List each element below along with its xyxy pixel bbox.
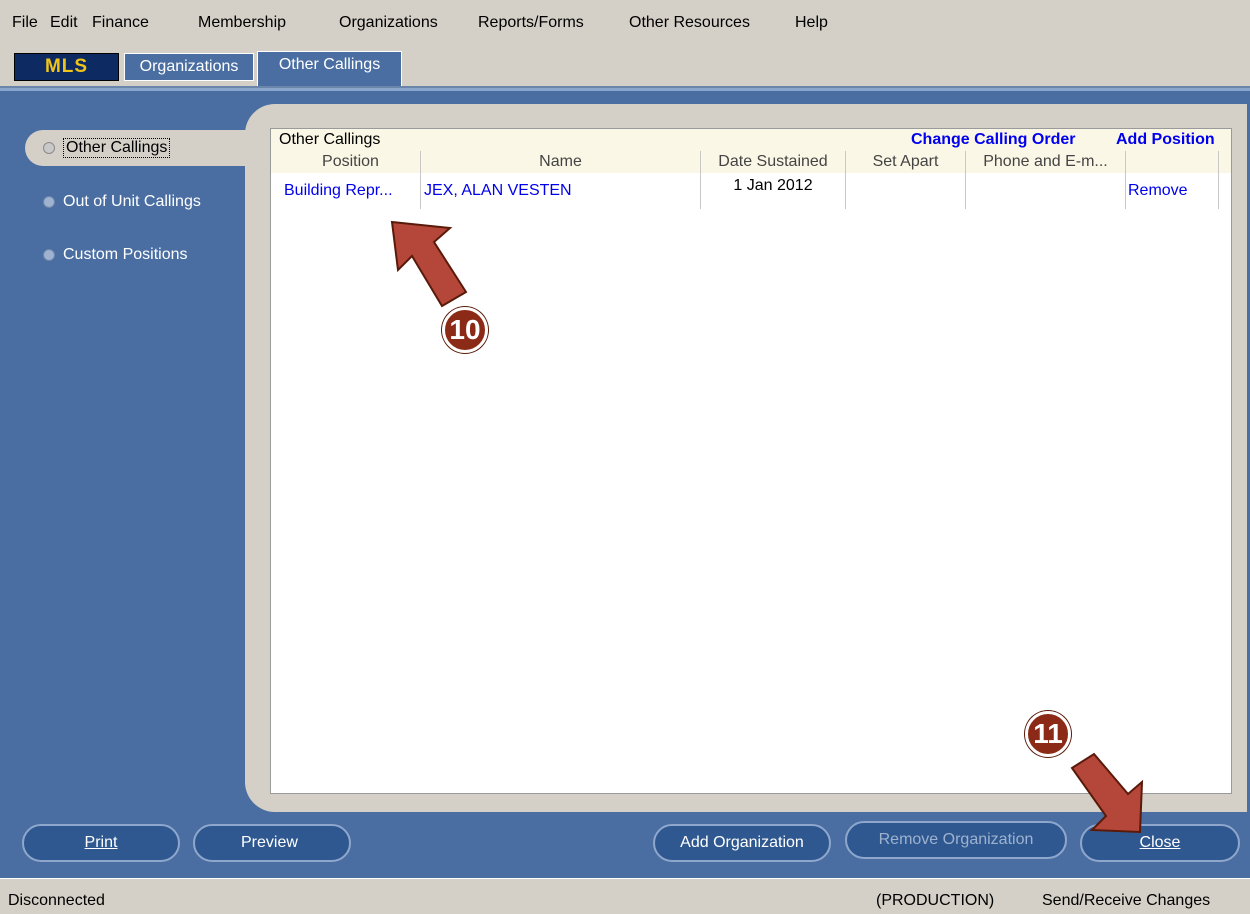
print-button[interactable]: Print <box>22 824 180 862</box>
menu-bar: File Edit Finance Membership Organizatio… <box>0 0 1250 48</box>
date-sustained-cell: 1 Jan 2012 <box>701 173 846 209</box>
column-header-actions <box>1126 151 1219 173</box>
sidebar-item-label: Custom Positions <box>63 246 188 263</box>
environment-label: (PRODUCTION) <box>876 892 995 909</box>
menu-reports-forms[interactable]: Reports/Forms <box>478 14 584 32</box>
column-header-set-apart[interactable]: Set Apart <box>846 151 966 173</box>
set-apart-cell <box>846 173 966 209</box>
menu-other-resources[interactable]: Other Resources <box>629 14 750 32</box>
member-name-link[interactable]: JEX, ALAN VESTEN <box>421 173 701 209</box>
radio-icon <box>43 196 55 208</box>
radio-selected-icon <box>43 142 55 154</box>
app-logo-tab[interactable]: MLS <box>14 53 119 81</box>
menu-file[interactable]: File <box>12 14 38 32</box>
remove-organization-button[interactable]: Remove Organization <box>845 821 1067 859</box>
tab-strip: MLS Organizations Other Callings <box>0 48 1250 88</box>
tab-organizations[interactable]: Organizations <box>124 53 254 81</box>
remove-link[interactable]: Remove <box>1126 173 1219 209</box>
add-organization-button[interactable]: Add Organization <box>653 824 831 862</box>
tab-other-callings[interactable]: Other Callings <box>257 51 402 86</box>
send-receive-status[interactable]: Send/Receive Changes <box>1042 892 1210 910</box>
status-bar: Disconnected (PRODUCTION) Send/Receive C… <box>0 878 1250 914</box>
annotation-arrow-up-icon <box>390 220 468 308</box>
menu-help[interactable]: Help <box>795 14 828 32</box>
sidebar-item-label: Other Callings <box>63 138 171 158</box>
phone-email-cell <box>966 173 1126 209</box>
menu-edit[interactable]: Edit <box>50 14 78 32</box>
panel-header: Other Callings Change Calling Order Add … <box>271 129 1231 151</box>
sidebar-item-out-of-unit-callings[interactable]: Out of Unit Callings <box>43 184 201 220</box>
sidebar-item-other-callings[interactable]: Other Callings <box>25 130 273 166</box>
panel-title: Other Callings <box>279 131 381 148</box>
position-link[interactable]: Building Repr... <box>281 173 421 209</box>
radio-icon <box>43 249 55 261</box>
table-header: Position Name Date Sustained Set Apart P… <box>271 151 1231 173</box>
menu-finance[interactable]: Finance <box>92 14 149 32</box>
column-header-position[interactable]: Position <box>281 151 421 173</box>
column-header-name[interactable]: Name <box>421 151 701 173</box>
step-badge: 11 <box>1025 711 1071 757</box>
step-badge: 10 <box>442 307 488 353</box>
add-position-link[interactable]: Add Position <box>1116 131 1215 149</box>
menu-organizations[interactable]: Organizations <box>339 14 438 32</box>
change-calling-order-link[interactable]: Change Calling Order <box>911 131 1075 149</box>
preview-button[interactable]: Preview <box>193 824 351 862</box>
sidebar-item-label: Out of Unit Callings <box>63 193 201 210</box>
connection-status: Disconnected <box>8 892 105 909</box>
column-header-phone-email[interactable]: Phone and E-m... <box>966 151 1126 173</box>
annotation-arrow-down-icon <box>1070 752 1144 834</box>
table-row: Building Repr... JEX, ALAN VESTEN 1 Jan … <box>271 173 1231 209</box>
column-header-date-sustained[interactable]: Date Sustained <box>701 151 846 173</box>
sidebar-item-custom-positions[interactable]: Custom Positions <box>43 237 188 273</box>
menu-membership[interactable]: Membership <box>198 14 286 32</box>
